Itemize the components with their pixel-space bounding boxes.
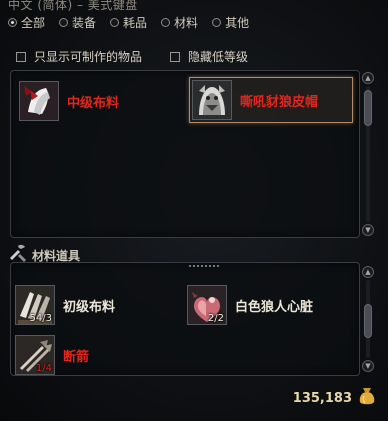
cloth-icon [19, 81, 59, 121]
recipe-name: 嘶吼豺狼皮帽 [240, 94, 319, 110]
category-filter: 全部 装备 耗品 材料 其他 [8, 14, 263, 30]
radio-icon[interactable] [161, 17, 171, 27]
scroll-down-icon[interactable]: ▼ [362, 360, 374, 372]
recipe-item-wolf-hat[interactable]: 嘶吼豺狼皮帽 [189, 77, 353, 123]
scroll-down-icon[interactable]: ▼ [362, 224, 374, 236]
filter-consumables[interactable]: 耗品 [110, 14, 147, 30]
recipe-list-scrollbar[interactable]: ▲ ▼ [362, 72, 374, 236]
scroll-up-icon[interactable]: ▲ [362, 266, 374, 278]
scroll-thumb[interactable] [364, 90, 372, 126]
material-name: 初级布料 [63, 299, 116, 315]
hide-low-level-checkbox[interactable]: 隐藏低等级 [170, 48, 248, 65]
radio-icon[interactable] [110, 17, 120, 27]
ime-indicator: 中文 (简体) – 美式键盘 [8, 0, 138, 12]
filter-label: 全部 [21, 15, 46, 30]
recipe-name: 中级布料 [67, 95, 120, 111]
radio-icon[interactable] [212, 17, 222, 27]
filter-equipment[interactable]: 装备 [59, 14, 96, 30]
recipe-list: 中级布料 嘶吼豺狼皮帽 [10, 70, 360, 238]
checkbox-icon[interactable] [16, 51, 26, 62]
radio-icon[interactable] [59, 17, 69, 27]
filter-label: 耗品 [123, 15, 148, 30]
materials-list: 54/3 初级布料 2/2 白色狼人心脏 1/4 断箭 [10, 262, 360, 376]
filter-label: 其他 [225, 15, 250, 30]
wolf-heart-icon: 2/2 [187, 285, 227, 325]
checkbox-label: 只显示可制作的物品 [34, 50, 143, 64]
filter-label: 材料 [174, 15, 199, 30]
cloth-bundle-icon: 54/3 [15, 285, 55, 325]
material-name: 白色狼人心脏 [235, 299, 314, 315]
radio-icon[interactable] [8, 17, 17, 27]
recipe-item-intermediate-cloth[interactable]: 中级布料 [19, 79, 179, 123]
wolf-hat-icon [192, 80, 232, 120]
crafting-window: 中文 (简体) – 美式键盘 全部 装备 耗品 材料 其他 只显示可制作的物品 [0, 0, 388, 421]
checkbox-icon[interactable] [170, 51, 181, 62]
section-title: 材料道具 [32, 248, 81, 263]
scroll-up-icon[interactable]: ▲ [362, 72, 374, 84]
scroll-thumb[interactable] [364, 304, 372, 338]
material-name: 断箭 [63, 349, 90, 365]
checkbox-label: 隐藏低等级 [188, 50, 249, 64]
material-quantity: 2/2 [207, 313, 224, 324]
filter-materials[interactable]: 材料 [161, 14, 198, 30]
material-quantity: 54/3 [29, 313, 52, 324]
filter-all[interactable]: 全部 [8, 14, 45, 30]
material-item-broken-arrow[interactable]: 1/4 断箭 [15, 333, 185, 377]
filter-other[interactable]: 其他 [212, 14, 249, 30]
truncated-row-edge [189, 265, 219, 270]
currency-amount: 135,183 [292, 390, 352, 406]
material-item-beginner-cloth[interactable]: 54/3 初级布料 [15, 283, 185, 327]
materials-list-scrollbar[interactable]: ▲ ▼ [362, 266, 374, 372]
currency-display: 135,183 [293, 386, 376, 410]
options-row: 只显示可制作的物品 隐藏低等级 [16, 48, 276, 65]
material-item-white-werewolf-heart[interactable]: 2/2 白色狼人心脏 [187, 283, 355, 327]
filter-label: 装备 [72, 15, 97, 30]
show-craftable-only-checkbox[interactable]: 只显示可制作的物品 [16, 48, 142, 65]
material-quantity: 1/4 [35, 363, 52, 374]
broken-arrow-icon: 1/4 [15, 335, 55, 375]
coin-bag-icon [358, 386, 376, 410]
